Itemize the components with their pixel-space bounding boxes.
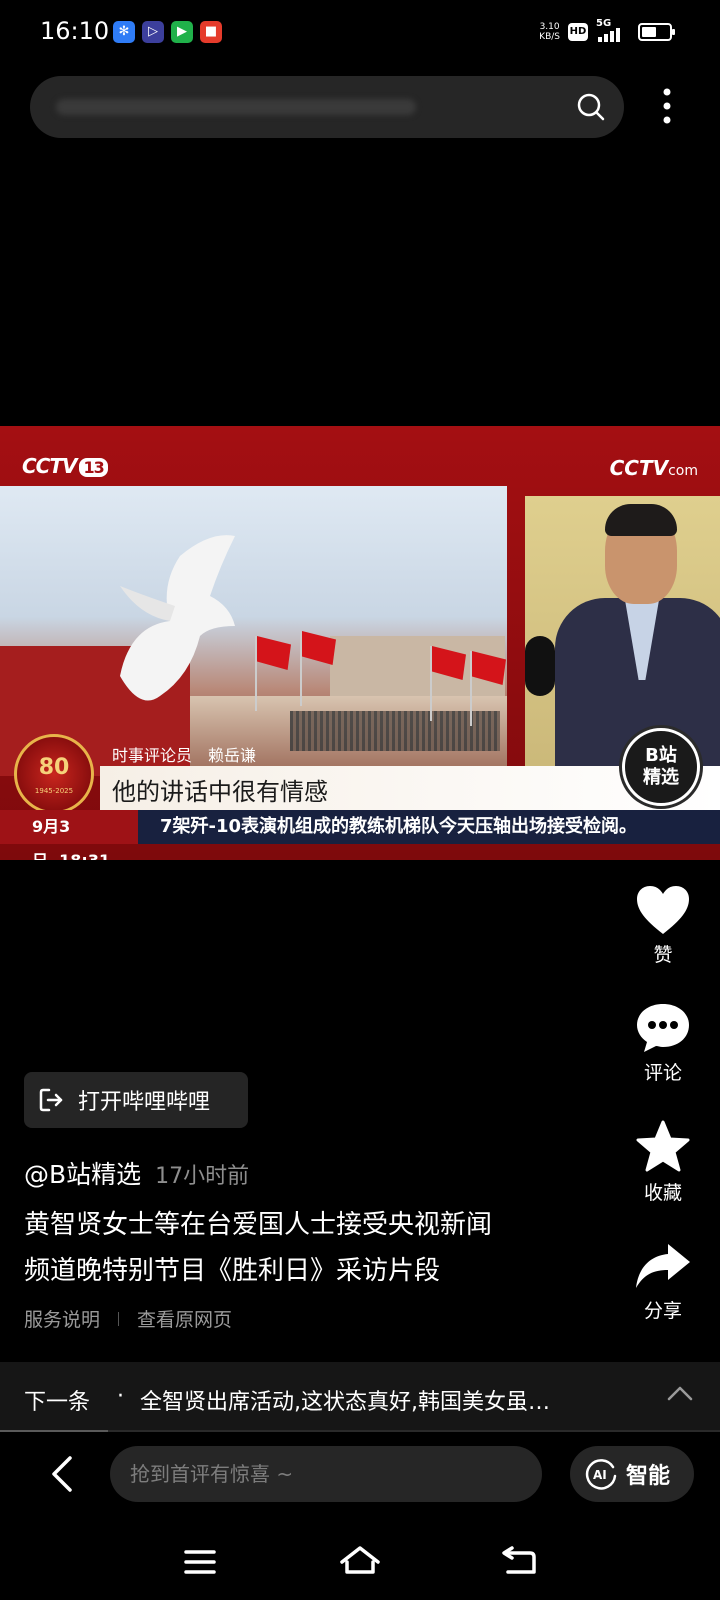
- play-app-icon: ▶: [171, 21, 193, 43]
- video-parade-scene: [0, 486, 507, 776]
- ticker-text: 7架歼-10表演机组成的教练机梯队今天压轴出场接受检阅。: [160, 816, 638, 837]
- comment-icon: [637, 1004, 689, 1052]
- status-time: 16:10: [40, 17, 110, 45]
- net-speed-unit: KB/S: [539, 32, 560, 42]
- ai-label: 智能: [626, 1464, 671, 1489]
- svg-text:AI: AI: [593, 1468, 607, 1482]
- next-video-bar[interactable]: 下一条 · 全智贤出席活动,这状态真好,韩国美女虽…: [0, 1362, 720, 1432]
- author-line: @B站精选 17小时前: [24, 1155, 249, 1191]
- net-speed: 3.10 KB/S: [539, 22, 560, 42]
- open-external-icon: [39, 1088, 63, 1112]
- status-bar: 16:10 ✻ ▷ ▶ ■ 3.10 KB/S HD 5G: [0, 0, 720, 68]
- like-label: 赞: [653, 944, 673, 966]
- links-line: 服务说明 查看原网页: [24, 1305, 232, 1332]
- next-label: 下一条: [24, 1390, 91, 1415]
- share-arrow-icon: [636, 1244, 690, 1288]
- chevron-up-icon[interactable]: [666, 1384, 694, 1402]
- battery-icon: [638, 23, 675, 41]
- video-title-line-2: 频道晚特别节目《胜利日》采访片段: [24, 1256, 441, 1286]
- bilibili-selection-badge: B站 精选: [622, 728, 700, 806]
- search-bar[interactable]: [30, 76, 624, 138]
- cctv-com-logo: CCTVcom: [609, 456, 698, 480]
- status-indicators: 3.10 KB/S HD 5G: [539, 18, 675, 44]
- news-ticker: 9月3日 18:31 7架歼-10表演机组成的教练机梯队今天压轴出场接受检阅。: [0, 810, 720, 860]
- post-time: 17小时前: [155, 1164, 250, 1189]
- more-options-icon[interactable]: [652, 84, 682, 128]
- ai-icon: AI: [585, 1459, 617, 1490]
- video-commentator-scene: [525, 496, 720, 778]
- like-button[interactable]: 赞: [620, 884, 706, 967]
- share-label: 分享: [643, 1300, 682, 1322]
- comment-label: 评论: [643, 1062, 682, 1084]
- comment-button[interactable]: 评论: [620, 1002, 706, 1085]
- video-app-icon: ▷: [142, 21, 164, 43]
- view-original-link[interactable]: 查看原网页: [137, 1305, 232, 1332]
- next-separator: ·: [117, 1384, 124, 1409]
- hd-icon: HD: [568, 23, 588, 41]
- net-speed-value: 3.10: [539, 22, 560, 32]
- video-title: 黄智贤女士等在台爱国人士接受央视新闻 频道晚特别节目《胜利日》采访片段: [24, 1202, 584, 1294]
- search-query-blurred: [56, 99, 416, 115]
- dove-sculpture-image: [120, 535, 235, 701]
- favorite-label: 收藏: [643, 1182, 682, 1204]
- home-icon[interactable]: [338, 1540, 382, 1584]
- comment-input[interactable]: [110, 1446, 542, 1502]
- back-arrow-icon[interactable]: [44, 1452, 80, 1496]
- video-title-line-1: 黄智贤女士等在台爱国人士接受央视新闻: [24, 1210, 493, 1240]
- baidu-app-icon: ✻: [113, 21, 135, 43]
- back-gesture-icon[interactable]: [498, 1540, 542, 1584]
- open-bilibili-button[interactable]: 打开哔哩哔哩: [24, 1072, 248, 1128]
- video-caption: 他的讲话中很有情感: [112, 778, 328, 806]
- cctv13-logo: CCTV 13: [22, 454, 108, 478]
- service-note-link[interactable]: 服务说明: [24, 1305, 100, 1332]
- anniversary-badge: 80 1945-2025: [14, 734, 94, 814]
- video-player[interactable]: CCTV 13 CCTVcom 80 1945-2025 时事评论员 赖岳谦 他的…: [0, 426, 720, 860]
- author-name[interactable]: @B站精选: [24, 1155, 141, 1191]
- notification-icons: ✻ ▷ ▶ ■: [113, 21, 222, 43]
- menu-icon[interactable]: [178, 1540, 222, 1584]
- ai-smart-button[interactable]: AI 智能: [570, 1446, 694, 1502]
- open-bilibili-label: 打开哔哩哔哩: [78, 1090, 211, 1115]
- favorite-button[interactable]: 收藏: [620, 1120, 706, 1205]
- star-icon: [636, 1120, 690, 1172]
- news-app-icon: ■: [200, 21, 222, 43]
- heart-icon: [637, 886, 689, 934]
- divider: [118, 1311, 120, 1326]
- lower-third-label: 时事评论员 赖岳谦: [112, 746, 257, 765]
- next-video-title: 全智贤出席活动,这状态真好,韩国美女虽…: [140, 1390, 550, 1415]
- system-navigation-bar: [0, 1530, 720, 1600]
- search-icon[interactable]: [576, 92, 606, 122]
- next-progress-bar: [0, 1430, 720, 1432]
- ticker-datetime: 9月3日 18:31: [0, 810, 138, 860]
- share-button[interactable]: 分享: [620, 1240, 706, 1323]
- signal-icon: 5G: [596, 18, 630, 44]
